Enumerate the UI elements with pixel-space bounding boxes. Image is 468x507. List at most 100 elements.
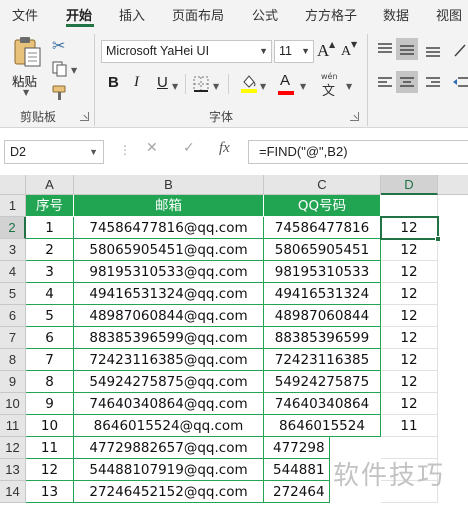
cell-no[interactable]: 13 bbox=[26, 481, 74, 503]
column-header-c[interactable]: C bbox=[264, 175, 381, 195]
format-painter-icon[interactable] bbox=[51, 84, 69, 102]
tab-formulas[interactable]: 公式 bbox=[252, 5, 278, 24]
align-left-icon[interactable] bbox=[376, 75, 394, 91]
grow-font-button[interactable]: A bbox=[317, 41, 329, 61]
row-header[interactable]: 1 bbox=[0, 195, 26, 217]
row-header[interactable]: 11 bbox=[0, 415, 26, 437]
cell-email[interactable]: 54924275875@qq.com bbox=[74, 371, 264, 393]
underline-dropdown-icon[interactable]: ▼ bbox=[172, 82, 178, 91]
row-header[interactable]: 9 bbox=[0, 371, 26, 393]
cell-no[interactable]: 9 bbox=[26, 393, 74, 415]
row-header[interactable]: 7 bbox=[0, 327, 26, 349]
fill-color-dropdown-icon[interactable]: ▼ bbox=[260, 82, 266, 91]
cell-d[interactable]: 12 bbox=[381, 371, 438, 393]
font-name-combo[interactable]: Microsoft YaHei UI ▼ bbox=[101, 40, 272, 63]
underline-button[interactable]: U bbox=[157, 74, 168, 91]
row-header[interactable]: 14 bbox=[0, 481, 26, 503]
cell-d[interactable]: 12 bbox=[381, 261, 438, 283]
cell-email[interactable]: 49416531324@qq.com bbox=[74, 283, 264, 305]
font-color-button[interactable]: A bbox=[280, 72, 290, 89]
tab-fangfang-gezi[interactable]: 方方格子 bbox=[305, 5, 357, 24]
phonetic-guide-icon[interactable]: 文 bbox=[322, 80, 335, 99]
table-header-cell[interactable]: 序号 bbox=[26, 195, 74, 217]
cell-qq[interactable]: 48987060844 bbox=[264, 305, 381, 327]
shrink-font-button[interactable]: A bbox=[341, 44, 351, 60]
cell-no[interactable]: 2 bbox=[26, 239, 74, 261]
confirm-entry-icon[interactable]: ✓ bbox=[183, 140, 195, 156]
cell-qq[interactable]: 74586477816 bbox=[264, 217, 381, 239]
cell-no[interactable]: 11 bbox=[26, 437, 74, 459]
tab-data[interactable]: 数据 bbox=[383, 5, 409, 24]
select-all-button[interactable] bbox=[0, 175, 26, 195]
cell-email[interactable]: 47729882657@qq.com bbox=[74, 437, 264, 459]
cell-d[interactable]: 12 bbox=[381, 327, 438, 349]
row-header[interactable]: 4 bbox=[0, 261, 26, 283]
fill-color-icon[interactable] bbox=[240, 73, 258, 93]
paste-button[interactable]: 粘贴 ▼ bbox=[10, 36, 44, 97]
align-right-icon[interactable] bbox=[424, 75, 442, 91]
cell-email[interactable]: 74640340864@qq.com bbox=[74, 393, 264, 415]
row-header[interactable]: 6 bbox=[0, 305, 26, 327]
cell-d1[interactable] bbox=[381, 195, 438, 217]
decrease-indent-icon[interactable] bbox=[452, 75, 468, 91]
clipboard-dialog-launcher-icon[interactable] bbox=[80, 112, 89, 121]
cell-qq[interactable]: 98195310533 bbox=[264, 261, 381, 283]
table-header-cell[interactable]: 邮箱 bbox=[74, 195, 264, 217]
cell-email[interactable]: 88385396599@qq.com bbox=[74, 327, 264, 349]
bold-button[interactable]: B bbox=[108, 74, 119, 91]
insert-function-icon[interactable]: fx bbox=[219, 140, 230, 157]
cell-d[interactable]: 11 bbox=[381, 415, 438, 437]
italic-button[interactable]: I bbox=[134, 74, 139, 91]
cell-email[interactable]: 74586477816@qq.com bbox=[74, 217, 264, 239]
tab-insert[interactable]: 插入 bbox=[119, 5, 145, 24]
fill-handle[interactable] bbox=[435, 236, 441, 242]
align-top-icon[interactable] bbox=[376, 42, 394, 58]
borders-icon[interactable] bbox=[193, 76, 209, 92]
column-header-b[interactable]: B bbox=[74, 175, 264, 195]
cell-email[interactable]: 72423116385@qq.com bbox=[74, 349, 264, 371]
cell-no[interactable]: 12 bbox=[26, 459, 74, 481]
cancel-entry-icon[interactable]: ✕ bbox=[146, 140, 158, 156]
formula-bar-grip-icon[interactable]: ⋮ bbox=[119, 143, 131, 157]
column-header-e[interactable] bbox=[438, 175, 468, 195]
tab-file[interactable]: 文件 bbox=[12, 5, 38, 24]
font-size-combo[interactable]: 11 ▼ bbox=[274, 40, 314, 63]
cell-no[interactable]: 1 bbox=[26, 217, 74, 239]
cell-email[interactable]: 8646015524@qq.com bbox=[74, 415, 264, 437]
tab-page-layout[interactable]: 页面布局 bbox=[172, 5, 224, 24]
cell-qq[interactable]: 544881 bbox=[264, 459, 330, 481]
table-header-cell[interactable]: QQ号码 bbox=[264, 195, 381, 217]
row-header[interactable]: 12 bbox=[0, 437, 26, 459]
cell-no[interactable]: 6 bbox=[26, 327, 74, 349]
cell-d[interactable]: 12 bbox=[381, 305, 438, 327]
cell-no[interactable]: 7 bbox=[26, 349, 74, 371]
cell-d[interactable]: 12 bbox=[381, 349, 438, 371]
cell-email[interactable]: 54488107919@qq.com bbox=[74, 459, 264, 481]
cell-email[interactable]: 48987060844@qq.com bbox=[74, 305, 264, 327]
formula-input[interactable]: =FIND("@",B2) bbox=[248, 140, 468, 164]
cell-qq[interactable]: 74640340864 bbox=[264, 393, 381, 415]
name-box[interactable]: D2 ▼ bbox=[4, 140, 104, 164]
cell-email[interactable]: 27246452152@qq.com bbox=[74, 481, 264, 503]
tab-view[interactable]: 视图 bbox=[436, 5, 462, 24]
copy-icon[interactable] bbox=[51, 60, 69, 78]
font-color-dropdown-icon[interactable]: ▼ bbox=[300, 82, 306, 91]
cell-no[interactable]: 5 bbox=[26, 305, 74, 327]
cell-no[interactable]: 10 bbox=[26, 415, 74, 437]
cut-icon[interactable]: ✂ bbox=[52, 36, 65, 55]
cell-email[interactable]: 98195310533@qq.com bbox=[74, 261, 264, 283]
cell-no[interactable]: 4 bbox=[26, 283, 74, 305]
cell-qq[interactable]: 72423116385 bbox=[264, 349, 381, 371]
cell-qq[interactable]: 8646015524 bbox=[264, 415, 381, 437]
column-header-a[interactable]: A bbox=[26, 175, 74, 195]
borders-dropdown-icon[interactable]: ▼ bbox=[213, 82, 219, 91]
cell-d[interactable]: 12 bbox=[381, 283, 438, 305]
cell-d[interactable]: 12 bbox=[381, 393, 438, 415]
row-header[interactable]: 2 bbox=[0, 217, 26, 239]
row-header[interactable]: 10 bbox=[0, 393, 26, 415]
align-bottom-icon[interactable] bbox=[424, 42, 442, 58]
column-header-d[interactable]: D bbox=[381, 175, 438, 195]
cell-email[interactable]: 58065905451@qq.com bbox=[74, 239, 264, 261]
row-header[interactable]: 3 bbox=[0, 239, 26, 261]
tab-home[interactable]: 开始 bbox=[66, 5, 92, 24]
